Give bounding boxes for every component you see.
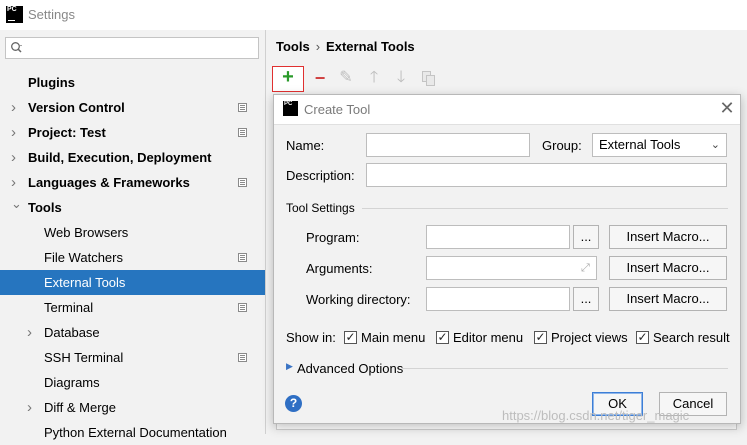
- move-up-button[interactable]: 🡑: [362, 66, 386, 90]
- close-icon[interactable]: ✕: [719, 99, 735, 117]
- tree-item-label: Languages & Frameworks: [28, 175, 190, 190]
- project-settings-icon: [238, 253, 247, 262]
- tree-item[interactable]: › Project: Test: [0, 120, 265, 145]
- show-in-checkbox-label[interactable]: Main menu: [361, 330, 425, 345]
- tree-item[interactable]: › Languages & Frameworks: [0, 170, 265, 195]
- create-tool-dialog: PC Create Tool ✕ Name: Group: External T…: [273, 94, 741, 424]
- tree-item-label: Version Control: [28, 100, 125, 115]
- arguments-input[interactable]: ⤢: [426, 256, 597, 280]
- group-label: Group:: [542, 138, 582, 153]
- tree-item[interactable]: Plugins: [0, 70, 265, 95]
- show-in-checkbox[interactable]: ✓: [436, 331, 449, 344]
- show-in-checkbox[interactable]: ✓: [344, 331, 357, 344]
- window-titlebar: PC Settings: [0, 0, 747, 30]
- tree-item[interactable]: › Version Control: [0, 95, 265, 120]
- working-directory-label: Working directory:: [306, 292, 411, 307]
- tree-item-label: Python External Documentation: [44, 425, 227, 440]
- chevron-right-icon[interactable]: ›: [27, 320, 37, 345]
- tree-item[interactable]: SSH Terminal: [0, 345, 265, 370]
- edit-tool-button[interactable]: ✎: [334, 66, 358, 90]
- name-label: Name:: [286, 138, 325, 153]
- show-in-checkbox-label[interactable]: Search result: [653, 330, 730, 345]
- search-icon: [11, 42, 22, 53]
- tree-item-label: Web Browsers: [44, 225, 129, 240]
- breadcrumb: Tools › External Tools: [276, 39, 415, 54]
- chevron-down-icon: ⌄: [710, 139, 720, 151]
- tree-item-label: File Watchers: [44, 250, 123, 265]
- dialog-titlebar: PC Create Tool ✕: [274, 95, 740, 125]
- help-icon[interactable]: ?: [285, 395, 302, 412]
- tree-item[interactable]: › Diff & Merge: [0, 395, 265, 420]
- show-in-checkbox-label[interactable]: Project views: [551, 330, 628, 345]
- working-directory-insert-macro-button[interactable]: Insert Macro...: [609, 287, 727, 311]
- add-tool-button[interactable]: +: [272, 66, 304, 92]
- working-directory-browse-button[interactable]: ...: [573, 287, 599, 311]
- tree-item-label: Diff & Merge: [44, 400, 117, 415]
- advanced-options-toggle[interactable]: Advanced Options: [297, 361, 403, 376]
- tree-item[interactable]: External Tools: [0, 270, 265, 295]
- expand-icon[interactable]: ⤢: [581, 257, 590, 279]
- chevron-down-icon[interactable]: ⌄: [11, 191, 22, 216]
- tree-item-label: Tools: [28, 200, 62, 215]
- project-settings-icon: [238, 303, 247, 312]
- dialog-title: Create Tool: [304, 102, 371, 117]
- settings-sidebar: Plugins › Version Control › Project: Test › Bu…: [0, 30, 266, 440]
- show-in-checkbox[interactable]: ✓: [534, 331, 547, 344]
- project-settings-icon: [238, 128, 247, 137]
- copy-tool-button[interactable]: [416, 66, 440, 90]
- arguments-label: Arguments:: [306, 261, 373, 276]
- tree-item[interactable]: Python External Documentation: [0, 420, 265, 445]
- group-select-value: External Tools: [599, 137, 681, 152]
- tree-item-label: Database: [44, 325, 100, 340]
- tree-item[interactable]: Web Browsers: [0, 220, 265, 245]
- tree-item-label: Plugins: [28, 75, 75, 90]
- chevron-right-icon[interactable]: ›: [11, 145, 21, 170]
- tree-item-label: Terminal: [44, 300, 94, 315]
- project-settings-icon: [238, 103, 247, 112]
- description-label: Description:: [286, 168, 355, 183]
- settings-search-input[interactable]: [5, 37, 259, 59]
- tool-settings-section-title: Tool Settings: [286, 201, 355, 215]
- description-input[interactable]: [366, 163, 727, 187]
- tree-item-label: Project: Test: [28, 125, 106, 140]
- tree-item[interactable]: Terminal: [0, 295, 265, 320]
- name-input[interactable]: [366, 133, 530, 157]
- chevron-right-icon[interactable]: ›: [11, 95, 21, 120]
- tree-item[interactable]: › Database: [0, 320, 265, 345]
- program-label: Program:: [306, 230, 360, 245]
- tree-item[interactable]: Diagrams: [0, 370, 265, 395]
- pycharm-logo-icon: PC: [6, 6, 23, 23]
- group-select[interactable]: External Tools ⌄: [592, 133, 727, 157]
- program-insert-macro-button[interactable]: Insert Macro...: [609, 225, 727, 249]
- show-in-checkbox-label[interactable]: Editor menu: [453, 330, 523, 345]
- show-in-label: Show in:: [286, 330, 336, 345]
- tree-item[interactable]: File Watchers: [0, 245, 265, 270]
- watermark-text: https://blog.csdn.net/tiger_magic: [502, 408, 690, 423]
- project-settings-icon: [238, 178, 247, 187]
- show-in-checkbox[interactable]: ✓: [636, 331, 649, 344]
- chevron-right-icon[interactable]: ›: [11, 120, 21, 145]
- breadcrumb-separator: ›: [315, 39, 321, 54]
- program-browse-button[interactable]: ...: [573, 225, 599, 249]
- breadcrumb-parent[interactable]: Tools: [276, 39, 310, 54]
- remove-tool-button[interactable]: −: [308, 66, 332, 90]
- chevron-right-icon[interactable]: ›: [27, 395, 37, 420]
- tree-item-label: External Tools: [44, 275, 126, 290]
- window-title: Settings: [28, 7, 75, 22]
- tree-item[interactable]: ⌄ Tools: [0, 195, 265, 220]
- advanced-divider: [402, 368, 728, 369]
- tree-item[interactable]: › Build, Execution, Deployment: [0, 145, 265, 170]
- expand-arrow-icon[interactable]: ▶: [286, 361, 293, 372]
- program-input[interactable]: [426, 225, 570, 249]
- breadcrumb-current: External Tools: [326, 39, 415, 54]
- move-down-button[interactable]: 🡓: [389, 66, 413, 90]
- arguments-insert-macro-button[interactable]: Insert Macro...: [609, 256, 727, 280]
- working-directory-input[interactable]: [426, 287, 570, 311]
- project-settings-icon: [238, 353, 247, 362]
- tree-item-label: Build, Execution, Deployment: [28, 150, 212, 165]
- pycharm-logo-icon: PC: [283, 101, 298, 116]
- tree-item-label: SSH Terminal: [44, 350, 124, 365]
- tree-item-label: Diagrams: [44, 375, 100, 390]
- section-divider: [362, 208, 728, 209]
